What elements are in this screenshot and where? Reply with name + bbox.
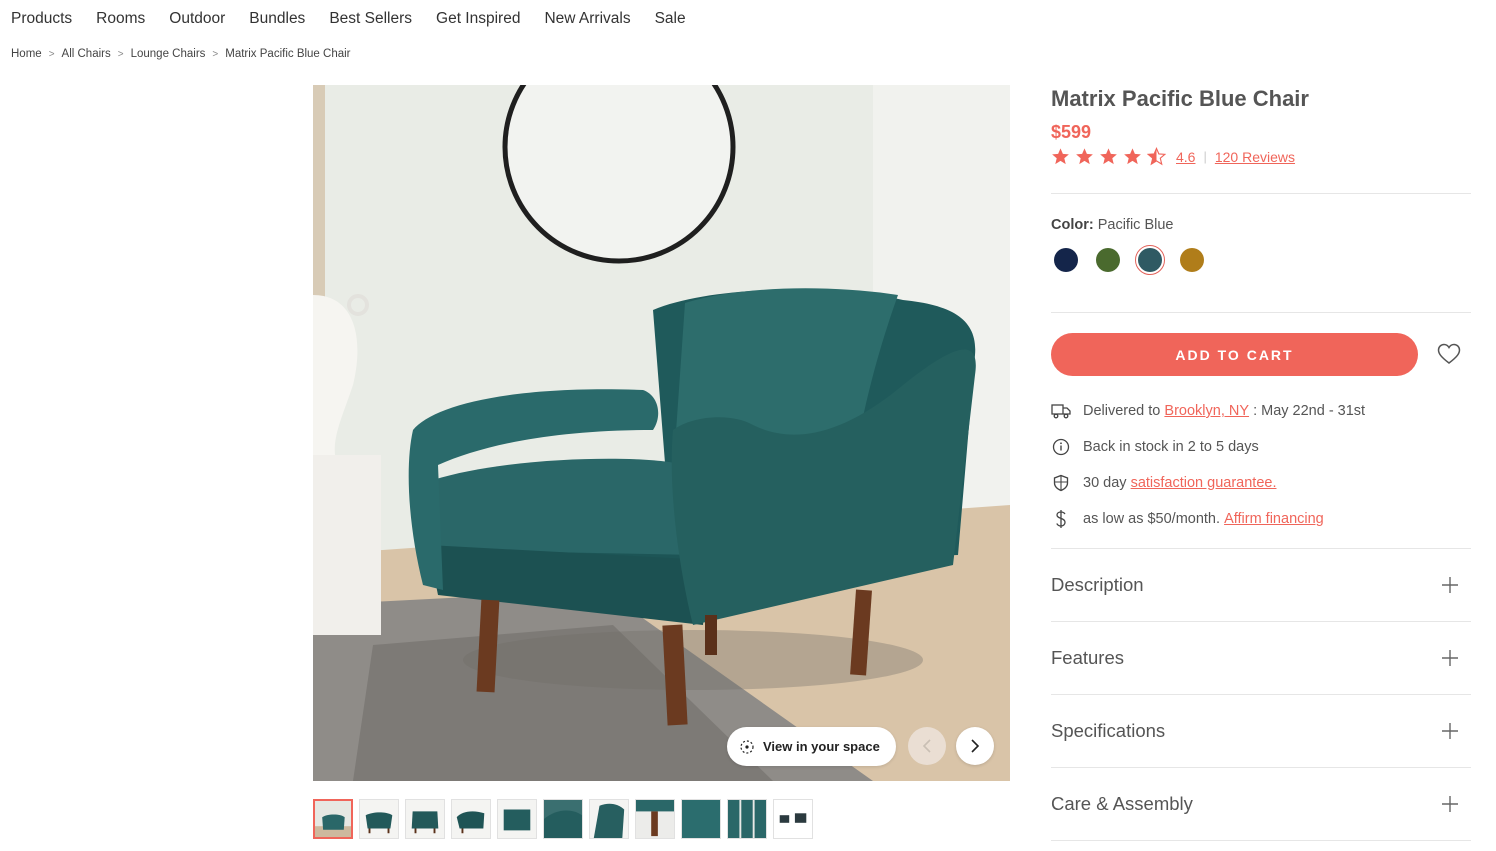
rating-stars [1051,146,1167,166]
guarantee-prefix: 30 day [1083,475,1127,491]
color-value: Pacific Blue [1097,217,1174,233]
star-half-icon [1146,146,1167,166]
star-icon [1099,147,1118,166]
truck-icon [1051,401,1071,421]
swatch-ochre[interactable] [1177,245,1207,275]
reviews-link[interactable]: 120 Reviews [1215,149,1295,165]
color-swatches [1051,245,1207,275]
view-in-space-label: View in your space [763,739,880,754]
thumbnail-1[interactable] [313,799,353,839]
info-icon [1051,437,1071,457]
ar-cube-icon [740,739,754,754]
color-label-prefix: Color: [1051,217,1094,233]
product-title: Matrix Pacific Blue Chair [1051,86,1309,111]
delivery-row: Delivered to Brooklyn, NY : May 22nd - 3… [1051,401,1365,421]
delivery-prefix: Delivered to [1083,403,1161,419]
breadcrumb-current: Matrix Pacific Blue Chair [225,48,351,60]
color-label: Color: Pacific Blue [1051,217,1173,233]
plus-icon [1442,577,1458,593]
rating-divider: | [1203,149,1207,164]
product-price: $599 [1051,122,1092,142]
breadcrumb-separator: > [117,48,124,60]
swatch-olive[interactable] [1093,245,1123,275]
accordion-label: Care & Assembly [1051,793,1193,814]
accordion-care-assembly[interactable]: Care & Assembly [1051,767,1471,841]
thumbnail-5[interactable] [497,799,537,839]
divider [1051,193,1471,194]
nav-item-sale[interactable]: Sale [655,10,686,28]
thumbnail-strip [313,799,813,839]
stock-text: Back in stock in 2 to 5 days [1083,439,1259,455]
accordion-specifications[interactable]: Specifications [1051,694,1471,767]
gallery-next-button[interactable] [956,727,994,765]
financing-prefix: as low as $50/month. [1083,511,1221,527]
thumbnail-9[interactable] [681,799,721,839]
product-rating: 4.6 | 120 Reviews [1051,146,1295,166]
nav-item-products[interactable]: Products [11,10,72,28]
accordion-label: Features [1051,647,1125,668]
thumbnail-10[interactable] [727,799,767,839]
nav-item-new-arrivals[interactable]: New Arrivals [544,10,630,28]
swatch-navy[interactable] [1051,245,1081,275]
breadcrumb: Home > All Chairs > Lounge Chairs > Matr… [11,48,351,60]
breadcrumb-separator: > [212,48,219,60]
delivery-dates: : May 22nd - 31st [1253,403,1366,419]
thumbnail-8[interactable] [635,799,675,839]
view-in-space-button[interactable]: View in your space [727,727,896,766]
nav-item-outdoor[interactable]: Outdoor [169,10,225,28]
chair-photo [313,85,1010,781]
divider [1051,312,1471,313]
heart-icon[interactable] [1437,343,1461,365]
nav-item-bundles[interactable]: Bundles [249,10,305,28]
dollar-icon [1051,509,1071,529]
accordion-features[interactable]: Features [1051,621,1471,694]
swatch-pacific-blue[interactable] [1135,245,1165,275]
chevron-left-icon [922,739,931,753]
product-main-image[interactable]: View in your space [313,85,1010,781]
nav-item-get-inspired[interactable]: Get Inspired [436,10,520,28]
gallery-prev-button[interactable] [908,727,946,765]
accordion-label: Description [1051,574,1144,595]
accordion-label: Specifications [1051,720,1166,741]
thumbnail-11[interactable] [773,799,813,839]
nav-item-rooms[interactable]: Rooms [96,10,145,28]
guarantee-row: 30 day satisfaction guarantee. [1051,473,1276,493]
star-icon [1051,147,1070,166]
star-icon [1075,147,1094,166]
thumbnail-2[interactable] [359,799,399,839]
breadcrumb-lounge-chairs[interactable]: Lounge Chairs [131,48,206,60]
nav-item-best-sellers[interactable]: Best Sellers [329,10,412,28]
plus-icon [1442,723,1458,739]
shield-icon [1051,473,1071,493]
thumbnail-3[interactable] [405,799,445,839]
plus-icon [1442,650,1458,666]
accordion-description[interactable]: Description [1051,548,1471,621]
rating-value-link[interactable]: 4.6 [1176,149,1195,165]
financing-row: as low as $50/month. Affirm financing [1051,509,1324,529]
plus-icon [1442,796,1458,812]
add-to-cart-button[interactable]: ADD TO CART [1051,333,1418,376]
chevron-right-icon [971,739,980,753]
breadcrumb-separator: > [48,48,55,60]
breadcrumb-home[interactable]: Home [11,48,42,60]
top-nav: Products Rooms Outdoor Bundles Best Sell… [11,9,686,29]
guarantee-link[interactable]: satisfaction guarantee. [1131,475,1277,491]
star-icon [1123,147,1142,166]
thumbnail-7[interactable] [589,799,629,839]
thumbnail-4[interactable] [451,799,491,839]
thumbnail-6[interactable] [543,799,583,839]
stock-row: Back in stock in 2 to 5 days [1051,437,1259,457]
affirm-financing-link[interactable]: Affirm financing [1224,511,1324,527]
delivery-location-link[interactable]: Brooklyn, NY [1164,403,1249,419]
breadcrumb-all-chairs[interactable]: All Chairs [62,48,111,60]
